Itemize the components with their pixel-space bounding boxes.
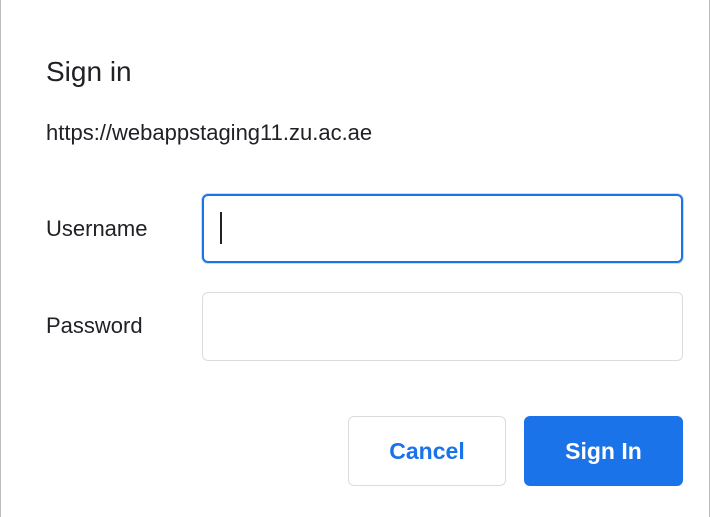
password-label: Password	[46, 313, 143, 338]
username-input[interactable]	[202, 194, 683, 263]
sign-in-button[interactable]: Sign In	[524, 416, 683, 486]
password-input[interactable]	[202, 292, 683, 361]
cancel-button[interactable]: Cancel	[348, 416, 506, 486]
username-label: Username	[46, 216, 148, 241]
dialog-title: Sign in	[46, 56, 132, 87]
site-url: https://webappstaging11.zu.ac.ae	[46, 120, 373, 145]
sign-in-dialog: Sign in https://webappstaging11.zu.ac.ae…	[0, 0, 710, 517]
text-cursor	[220, 212, 222, 244]
